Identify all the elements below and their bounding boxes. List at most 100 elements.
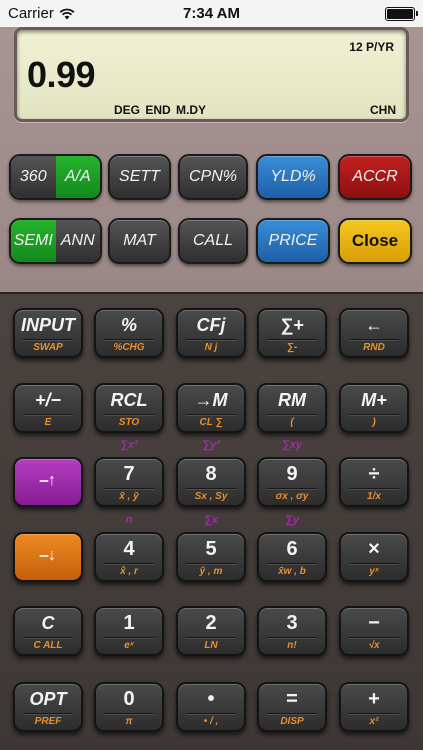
key-secondary-label: PREF: [15, 713, 81, 728]
shift-down-button[interactable]: ⎯↓: [13, 532, 83, 582]
toggle-option-right[interactable]: ANN: [55, 220, 100, 262]
status-bar: Carrier 7:34 AM: [0, 0, 423, 27]
key-0-1[interactable]: % %CHG: [94, 308, 164, 358]
key-2-4[interactable]: ÷ 1/x: [339, 457, 409, 507]
key-0-2[interactable]: CFj N j: [176, 308, 246, 358]
toggle-semi-ann[interactable]: SEMI ANN: [9, 218, 102, 264]
key-label: 3: [286, 612, 298, 634]
key-label: 1: [123, 612, 135, 634]
stat-label: ∑xy: [281, 439, 303, 451]
key-2-2[interactable]: 8 Sx , Sy: [176, 457, 246, 507]
key-secondary-label: x̄w , b: [259, 563, 325, 578]
key-3-2[interactable]: 5 ŷ , m: [176, 532, 246, 582]
stat-label: n: [125, 514, 133, 526]
stat-label: ∑y²: [202, 439, 220, 451]
key-3-4[interactable]: × yˣ: [339, 532, 409, 582]
key-2-1[interactable]: 7 x̄ , ȳ: [94, 457, 164, 507]
toggle-option-left[interactable]: SEMI: [11, 220, 56, 262]
toggle-360-a-a[interactable]: 360 A/A: [9, 154, 102, 200]
key-secondary-label: Sx , Sy: [178, 488, 244, 503]
key-4-4[interactable]: − √x: [339, 606, 409, 656]
key-0-0[interactable]: INPUT SWAP: [13, 308, 83, 358]
key-label: INPUT: [21, 315, 75, 335]
key-secondary-label: ∑-: [259, 339, 325, 354]
key-label: RM: [278, 390, 306, 410]
key-label: 0: [123, 688, 135, 710]
key-label: 9: [286, 463, 298, 485]
key-4-0[interactable]: C C ALL: [13, 606, 83, 656]
key-2-3[interactable]: 9 σx , σy: [257, 457, 327, 507]
top-panel: 12 P/YR 0.99 DEG END M.DY CHN 360 A/A SETT…: [0, 27, 423, 292]
key-secondary-label: N j: [178, 339, 244, 354]
keypad: INPUT SWAP% %CHG CFj N j ∑+ ∑- ← RND +/− E RCL STO →M…: [0, 292, 423, 750]
key-5-3[interactable]: = DISP: [257, 682, 327, 732]
key-label: →M: [194, 390, 228, 410]
close-button[interactable]: Close: [338, 218, 412, 264]
key-5-0[interactable]: OPT PREF: [13, 682, 83, 732]
key-label: 5: [205, 538, 217, 560]
key-1-0[interactable]: +/− E: [13, 383, 83, 433]
toggle-option-left[interactable]: 360: [11, 156, 56, 198]
key-label: %: [120, 315, 137, 335]
key-secondary-label: E: [15, 414, 81, 429]
shift-down-icon: ⎯↓: [39, 547, 56, 564]
key-4-1[interactable]: 1 eˣ: [94, 606, 164, 656]
key-label: 7: [123, 463, 135, 485]
shift-up-icon: ⎯↑: [39, 472, 56, 489]
price-button[interactable]: PRICE: [256, 218, 330, 264]
key-label: +: [368, 688, 380, 710]
key-label: CFj: [196, 315, 226, 335]
lcd-display: 12 P/YR 0.99 DEG END M.DY CHN: [14, 27, 409, 122]
key-1-1[interactable]: RCL STO: [94, 383, 164, 433]
key-label: 2: [205, 612, 217, 634]
key-0-4[interactable]: ← RND: [339, 308, 409, 358]
key-label: M+: [361, 390, 387, 410]
accr-button[interactable]: ACCR: [338, 154, 412, 200]
key-secondary-label: eˣ: [96, 637, 162, 652]
key-secondary-label: %CHG: [96, 339, 162, 354]
key-label: ←: [365, 315, 383, 335]
shift-up-button[interactable]: ⎯↑: [13, 457, 83, 507]
key-4-2[interactable]: 2 LN: [176, 606, 246, 656]
call-button[interactable]: CALL: [178, 218, 248, 264]
key-secondary-label: x̄ , ȳ: [96, 488, 162, 503]
key-label: +/−: [34, 390, 62, 410]
carrier-label: Carrier: [8, 5, 54, 22]
key-secondary-label: x̂ , r: [96, 563, 162, 578]
key-3-3[interactable]: 6 x̄w , b: [257, 532, 327, 582]
key-1-2[interactable]: →M CL ∑: [176, 383, 246, 433]
key-secondary-label: n!: [259, 637, 325, 652]
mat-button[interactable]: MAT: [108, 218, 171, 264]
key-label: RCL: [110, 390, 148, 410]
key-1-4[interactable]: M+): [339, 383, 409, 433]
key-secondary-label: DISP: [259, 713, 325, 728]
stat-label: ∑x²: [120, 439, 138, 451]
toggle-option-right[interactable]: A/A: [55, 156, 100, 198]
key-label: C: [41, 613, 55, 633]
key-secondary-label: ): [341, 414, 407, 429]
display-value: 0.99: [27, 54, 96, 95]
key-5-4[interactable]: + x²: [339, 682, 409, 732]
key-secondary-label: • / ,: [178, 713, 244, 728]
key-label: ×: [368, 538, 380, 560]
key-3-1[interactable]: 4 x̂ , r: [94, 532, 164, 582]
key-secondary-label: yˣ: [341, 563, 407, 578]
key-4-3[interactable]: 3 n!: [257, 606, 327, 656]
sett-button[interactable]: SETT: [108, 154, 171, 200]
key-secondary-label: SWAP: [15, 339, 81, 354]
key-label: 8: [205, 463, 217, 485]
key-5-2[interactable]: • • / ,: [176, 682, 246, 732]
key-5-1[interactable]: 0π: [94, 682, 164, 732]
wifi-icon: [59, 8, 75, 19]
key-secondary-label: π: [96, 713, 162, 728]
key-secondary-label: CL ∑: [178, 414, 244, 429]
key-label: OPT: [29, 689, 67, 709]
key-0-3[interactable]: ∑+ ∑-: [257, 308, 327, 358]
key-secondary-label: σx , σy: [259, 488, 325, 503]
yld-button[interactable]: YLD%: [256, 154, 330, 200]
carrier: Carrier: [8, 5, 75, 22]
key-1-3[interactable]: RM (: [257, 383, 327, 433]
key-secondary-label: ŷ , m: [178, 563, 244, 578]
key-secondary-label: C ALL: [15, 637, 81, 652]
cpn-button[interactable]: CPN%: [178, 154, 248, 200]
